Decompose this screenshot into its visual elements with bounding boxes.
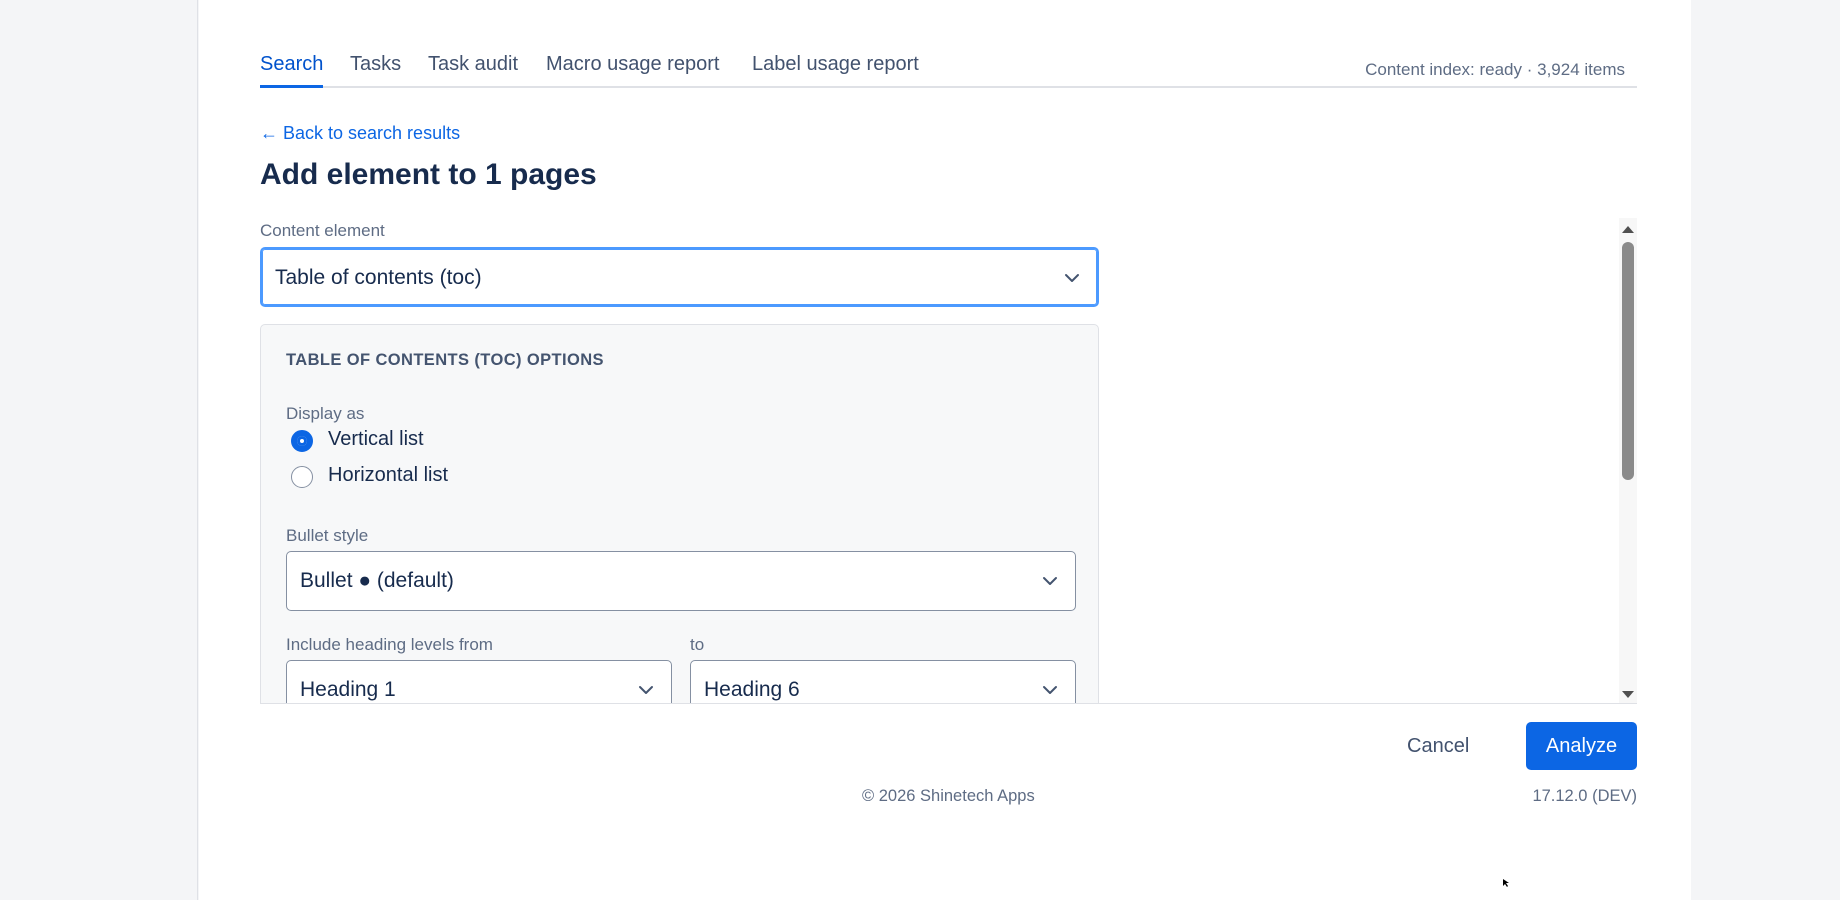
cancel-button[interactable]: Cancel [1391, 722, 1485, 770]
back-to-search-results-link[interactable]: ← Back to search results [260, 123, 460, 144]
content-index-status: Content index: ready · 3,924 items [1365, 60, 1625, 79]
chevron-down-icon [637, 681, 655, 699]
radio-checked-icon[interactable] [291, 430, 313, 452]
chevron-down-icon [1041, 681, 1059, 699]
radio-vertical-list[interactable]: Vertical list [291, 426, 491, 456]
display-as-label: Display as [286, 404, 365, 423]
chevron-down-icon [1041, 572, 1059, 590]
footer-copyright: © 2026 Shinetech Apps [862, 787, 1035, 805]
tab-tasks[interactable]: Tasks [350, 53, 401, 85]
tab-label-usage-report[interactable]: Label usage report [752, 53, 919, 85]
tab-search[interactable]: Search [260, 53, 324, 88]
radio-horizontal-list[interactable]: Horizontal list [291, 462, 511, 492]
vertical-scrollbar[interactable] [1619, 218, 1637, 703]
tab-bar: Search Tasks Task audit Macro usage repo… [260, 48, 1637, 88]
content-area: Search Tasks Task audit Macro usage repo… [260, 0, 1637, 900]
main-panel: Search Tasks Task audit Macro usage repo… [199, 0, 1691, 900]
left-gutter [0, 0, 198, 900]
analyze-button[interactable]: Analyze [1526, 722, 1637, 770]
tab-macro-usage-report[interactable]: Macro usage report [546, 53, 719, 85]
heading-from-value: Heading 1 [300, 678, 396, 701]
content-element-select[interactable]: Table of contents (toc) [260, 247, 1099, 307]
scroll-down-arrow-icon[interactable] [1621, 688, 1635, 700]
toc-options-heading: TABLE OF CONTENTS (TOC) OPTIONS [286, 351, 604, 369]
radio-vertical-list-label: Vertical list [328, 428, 424, 450]
form-scroll-region[interactable]: Content element Table of contents (toc) … [260, 218, 1637, 704]
content-element-value: Table of contents (toc) [275, 266, 482, 289]
radio-unchecked-icon[interactable] [291, 466, 313, 488]
toc-options-panel: TABLE OF CONTENTS (TOC) OPTIONS Display … [260, 324, 1099, 703]
mouse-cursor-icon [1503, 874, 1511, 887]
footer-version: 17.12.0 (DEV) [1532, 787, 1637, 805]
bullet-style-label: Bullet style [286, 526, 369, 545]
page-title: Add element to 1 pages [260, 158, 597, 191]
scrollbar-thumb[interactable] [1622, 242, 1634, 480]
scroll-up-arrow-icon[interactable] [1621, 222, 1635, 234]
chevron-down-icon [1063, 269, 1081, 287]
tab-task-audit[interactable]: Task audit [428, 53, 518, 85]
heading-to-label: to [690, 635, 705, 654]
bullet-style-value: Bullet ● (default) [300, 569, 454, 592]
radio-horizontal-list-label: Horizontal list [328, 464, 449, 486]
content-element-label: Content element [260, 221, 385, 240]
heading-from-label: Include heading levels from [286, 635, 493, 654]
bullet-style-select[interactable]: Bullet ● (default) [286, 551, 1076, 611]
heading-from-select[interactable]: Heading 1 [286, 660, 672, 703]
heading-to-value: Heading 6 [704, 678, 800, 701]
heading-to-select[interactable]: Heading 6 [690, 660, 1076, 703]
